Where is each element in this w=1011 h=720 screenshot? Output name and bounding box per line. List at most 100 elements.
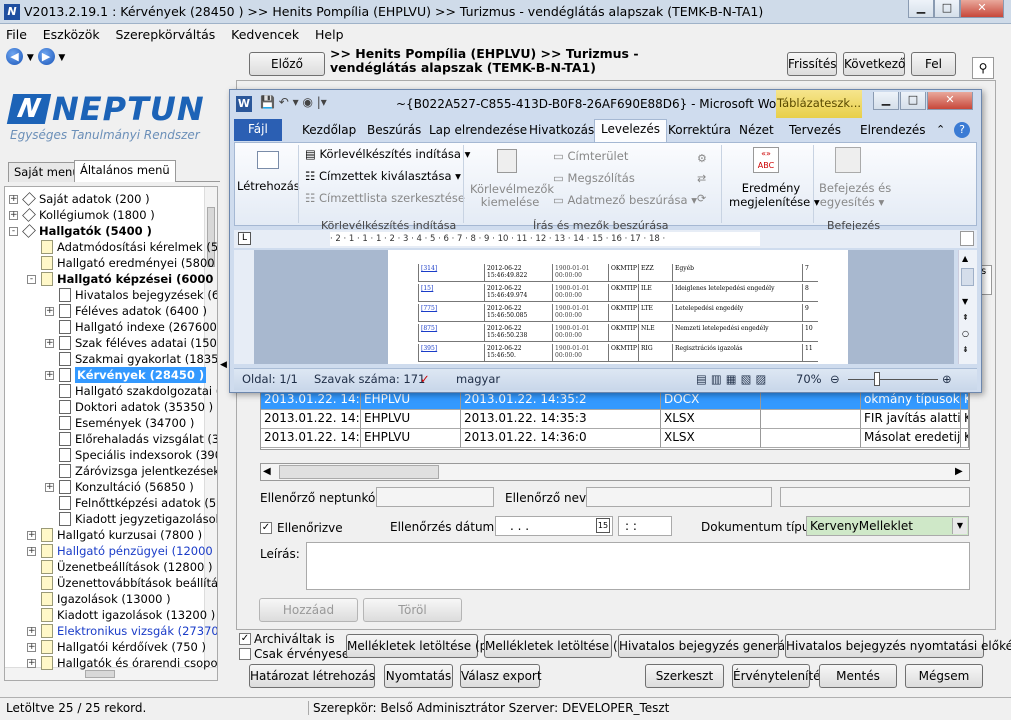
tree-item[interactable]: + Kollégiumok (1800 ) bbox=[5, 207, 203, 223]
select-recipients-button[interactable]: ☷ Címzettek kiválasztása ▾ bbox=[305, 169, 461, 183]
rules-icons[interactable]: ⚙ ⇄ ⟳ bbox=[697, 149, 713, 209]
preview-results-button[interactable]: Eredmény megjelenítése ▾ bbox=[729, 181, 820, 209]
language-status[interactable]: magyar bbox=[456, 372, 500, 386]
tree-item[interactable]: - Hallgató képzései (6000 bbox=[5, 271, 213, 287]
checker-code-field[interactable] bbox=[376, 487, 494, 507]
highlight-fields-button[interactable]: Körlevélmezők kiemelése bbox=[470, 183, 554, 209]
envelope-icon[interactable] bbox=[257, 151, 279, 169]
archived-checkbox[interactable]: ✓ bbox=[239, 633, 251, 645]
tree-hscroll-thumb[interactable] bbox=[85, 670, 115, 678]
zoom-slider-thumb[interactable] bbox=[874, 372, 880, 386]
word-vscroll-thumb[interactable] bbox=[961, 268, 974, 286]
tree-item[interactable]: + Hallgató kurzusai (7800 ) bbox=[5, 527, 203, 543]
view-ruler-icon[interactable] bbox=[960, 231, 974, 246]
back-arrow-icon[interactable]: ◀ bbox=[6, 48, 23, 65]
checker-name-field[interactable] bbox=[586, 487, 772, 507]
tree-item[interactable]: Üzenetbeállítások (12800 ) bbox=[5, 559, 213, 575]
expand-icon[interactable]: + bbox=[27, 659, 36, 668]
maximize-button[interactable]: □ bbox=[934, 0, 960, 18]
word-vscrollbar[interactable]: ▲ ▼ ⇞ ○ ⇟ bbox=[958, 250, 977, 364]
tree-item[interactable]: Felnőttképzési adatok (57 bbox=[5, 495, 217, 511]
edit-recipients-button[interactable]: ☷ Címzettlista szerkesztése bbox=[305, 191, 465, 205]
expand-icon[interactable]: + bbox=[45, 339, 54, 348]
tree-item[interactable]: + Konzultáció (56850 ) bbox=[5, 479, 203, 495]
minimize-button[interactable]: ▁ bbox=[908, 0, 934, 18]
page-count-status[interactable]: Oldal: 1/1 bbox=[242, 372, 298, 386]
expand-icon[interactable]: + bbox=[27, 627, 36, 636]
tree-item[interactable]: Szakmai gyakorlat (18350 bbox=[5, 351, 217, 367]
expand-icon[interactable]: + bbox=[27, 643, 36, 652]
menu-role-switch[interactable]: Szerepkörváltás bbox=[109, 26, 221, 42]
back-dropdown-icon[interactable]: ▼ bbox=[27, 53, 34, 63]
decision-create-button[interactable]: Határozat létrehozás bbox=[249, 664, 375, 688]
word-close-button[interactable]: ✕ bbox=[927, 92, 973, 110]
tree-item[interactable]: Hallgató eredményei (5800 ) bbox=[5, 255, 217, 271]
official-entry-button[interactable]: Hivatalos bejegyzés generálás bbox=[618, 634, 802, 658]
tree-item[interactable]: + Elektronikus vizsgák (273700 bbox=[5, 623, 217, 639]
print-button[interactable]: Nyomtatás bbox=[384, 664, 453, 688]
add-button[interactable]: Hozzáad bbox=[259, 598, 358, 622]
chevron-down-icon[interactable]: ▼ bbox=[952, 518, 967, 534]
menu-file[interactable]: File bbox=[0, 26, 33, 42]
tab-view[interactable]: Nézet bbox=[733, 121, 780, 139]
ribbon-collapse-icon[interactable]: ⌃ bbox=[936, 123, 945, 136]
edit-button[interactable]: Szerkeszt bbox=[645, 664, 724, 688]
menu-favorites[interactable]: Kedvencek bbox=[225, 26, 305, 42]
insert-field-button[interactable]: ▭ Adatmező beszúrása ▾ bbox=[553, 193, 697, 207]
forward-dropdown-icon[interactable]: ▼ bbox=[58, 53, 65, 63]
calendar-icon[interactable]: 15 bbox=[596, 518, 610, 533]
checked-checkbox[interactable]: ✓ bbox=[260, 522, 272, 534]
valid-only-checkbox[interactable] bbox=[239, 648, 251, 660]
table-row[interactable]: 2013.01.22. 14:36:0EHPLVU2013.01.22. 14:… bbox=[261, 410, 969, 429]
tree-item[interactable]: + Hallgatók és órarendi csoport bbox=[5, 655, 217, 671]
tab-design[interactable]: Tervezés bbox=[783, 121, 847, 139]
cancel-button[interactable]: Mégsem bbox=[905, 664, 983, 688]
tree-item[interactable]: Doktori adatok (35350 ) bbox=[5, 399, 213, 415]
zoom-in-icon[interactable]: ⊕ bbox=[942, 372, 952, 386]
tree-item[interactable]: Hivatalos bejegyzések (6 bbox=[5, 287, 217, 303]
zoom-level[interactable]: 70% bbox=[796, 372, 822, 386]
zoom-out-icon[interactable]: ⊖ bbox=[830, 372, 840, 386]
tree-item[interactable]: Kiadott jegyzetigazolások bbox=[5, 511, 217, 527]
highlight-fields-icon[interactable] bbox=[497, 149, 517, 173]
download-pdf-button[interactable]: Mellékletek letöltése (pdf) bbox=[346, 634, 504, 658]
tab-mailings[interactable]: Levelezés bbox=[594, 119, 667, 142]
tab-layout[interactable]: Elrendezés bbox=[854, 121, 932, 139]
tree-item[interactable]: + Hallgató pénzügyei (12000 ) bbox=[5, 543, 217, 559]
invalidate-button[interactable]: Érvénytelenítés bbox=[732, 664, 827, 688]
browse-object-icons[interactable]: ▼ ⇞ ○ ⇟ bbox=[962, 294, 969, 358]
start-merge-button[interactable]: ▤ Körlevélkészítés indítása ▾ bbox=[305, 147, 470, 161]
expand-icon[interactable]: + bbox=[9, 211, 18, 220]
collapse-icon[interactable]: - bbox=[9, 227, 18, 236]
delete-button[interactable]: Töröl bbox=[363, 598, 462, 622]
scroll-up-icon[interactable]: ▲ bbox=[962, 254, 968, 263]
expand-icon[interactable]: + bbox=[45, 483, 54, 492]
next-button[interactable]: Következő bbox=[843, 52, 905, 76]
scroll-left-icon[interactable]: ◀ bbox=[263, 465, 275, 479]
splitter-arrow-icon[interactable]: ◀ bbox=[220, 360, 228, 380]
expand-icon[interactable]: + bbox=[45, 371, 54, 380]
tab-general-menu[interactable]: Általános menü bbox=[74, 160, 176, 182]
table-tools-context-tab[interactable]: Táblázateszk... bbox=[776, 90, 862, 118]
tree-item[interactable]: + Kérvények (28450 ) bbox=[5, 367, 207, 383]
checker-extra-field[interactable] bbox=[780, 487, 970, 507]
create-button[interactable]: Létrehozás bbox=[237, 179, 300, 193]
expand-icon[interactable]: + bbox=[27, 547, 36, 556]
view-mode-icons[interactable]: ▤▥▦▧▨ bbox=[696, 372, 770, 386]
download-zip-button[interactable]: Mellékletek letöltése (zip) bbox=[484, 634, 640, 658]
scroll-right-icon[interactable]: ▶ bbox=[955, 465, 967, 479]
greeting-line-button[interactable]: ▭ Megszólítás bbox=[553, 171, 635, 185]
tree-item[interactable]: Igazolások (13000 ) bbox=[5, 591, 203, 607]
tree-item[interactable]: Üzenettovábbítások beállítás bbox=[5, 575, 217, 591]
save-button[interactable]: Mentés bbox=[819, 664, 897, 688]
tree-item[interactable]: Hallgató indexe (267600 bbox=[5, 319, 217, 335]
expand-icon[interactable]: + bbox=[9, 195, 18, 204]
expand-icon[interactable]: + bbox=[27, 531, 36, 540]
menu-tools[interactable]: Eszközök bbox=[37, 26, 106, 42]
address-block-button[interactable]: ▭ Címterület bbox=[553, 149, 628, 163]
pin-icon[interactable]: ⚲ bbox=[972, 57, 994, 79]
tab-references[interactable]: Hivatkozás bbox=[523, 121, 600, 139]
tree-item[interactable]: Záróvizsga jelentkezések bbox=[5, 463, 217, 479]
menu-help[interactable]: Help bbox=[309, 26, 350, 42]
tab-selector-icon[interactable]: L bbox=[238, 232, 251, 245]
